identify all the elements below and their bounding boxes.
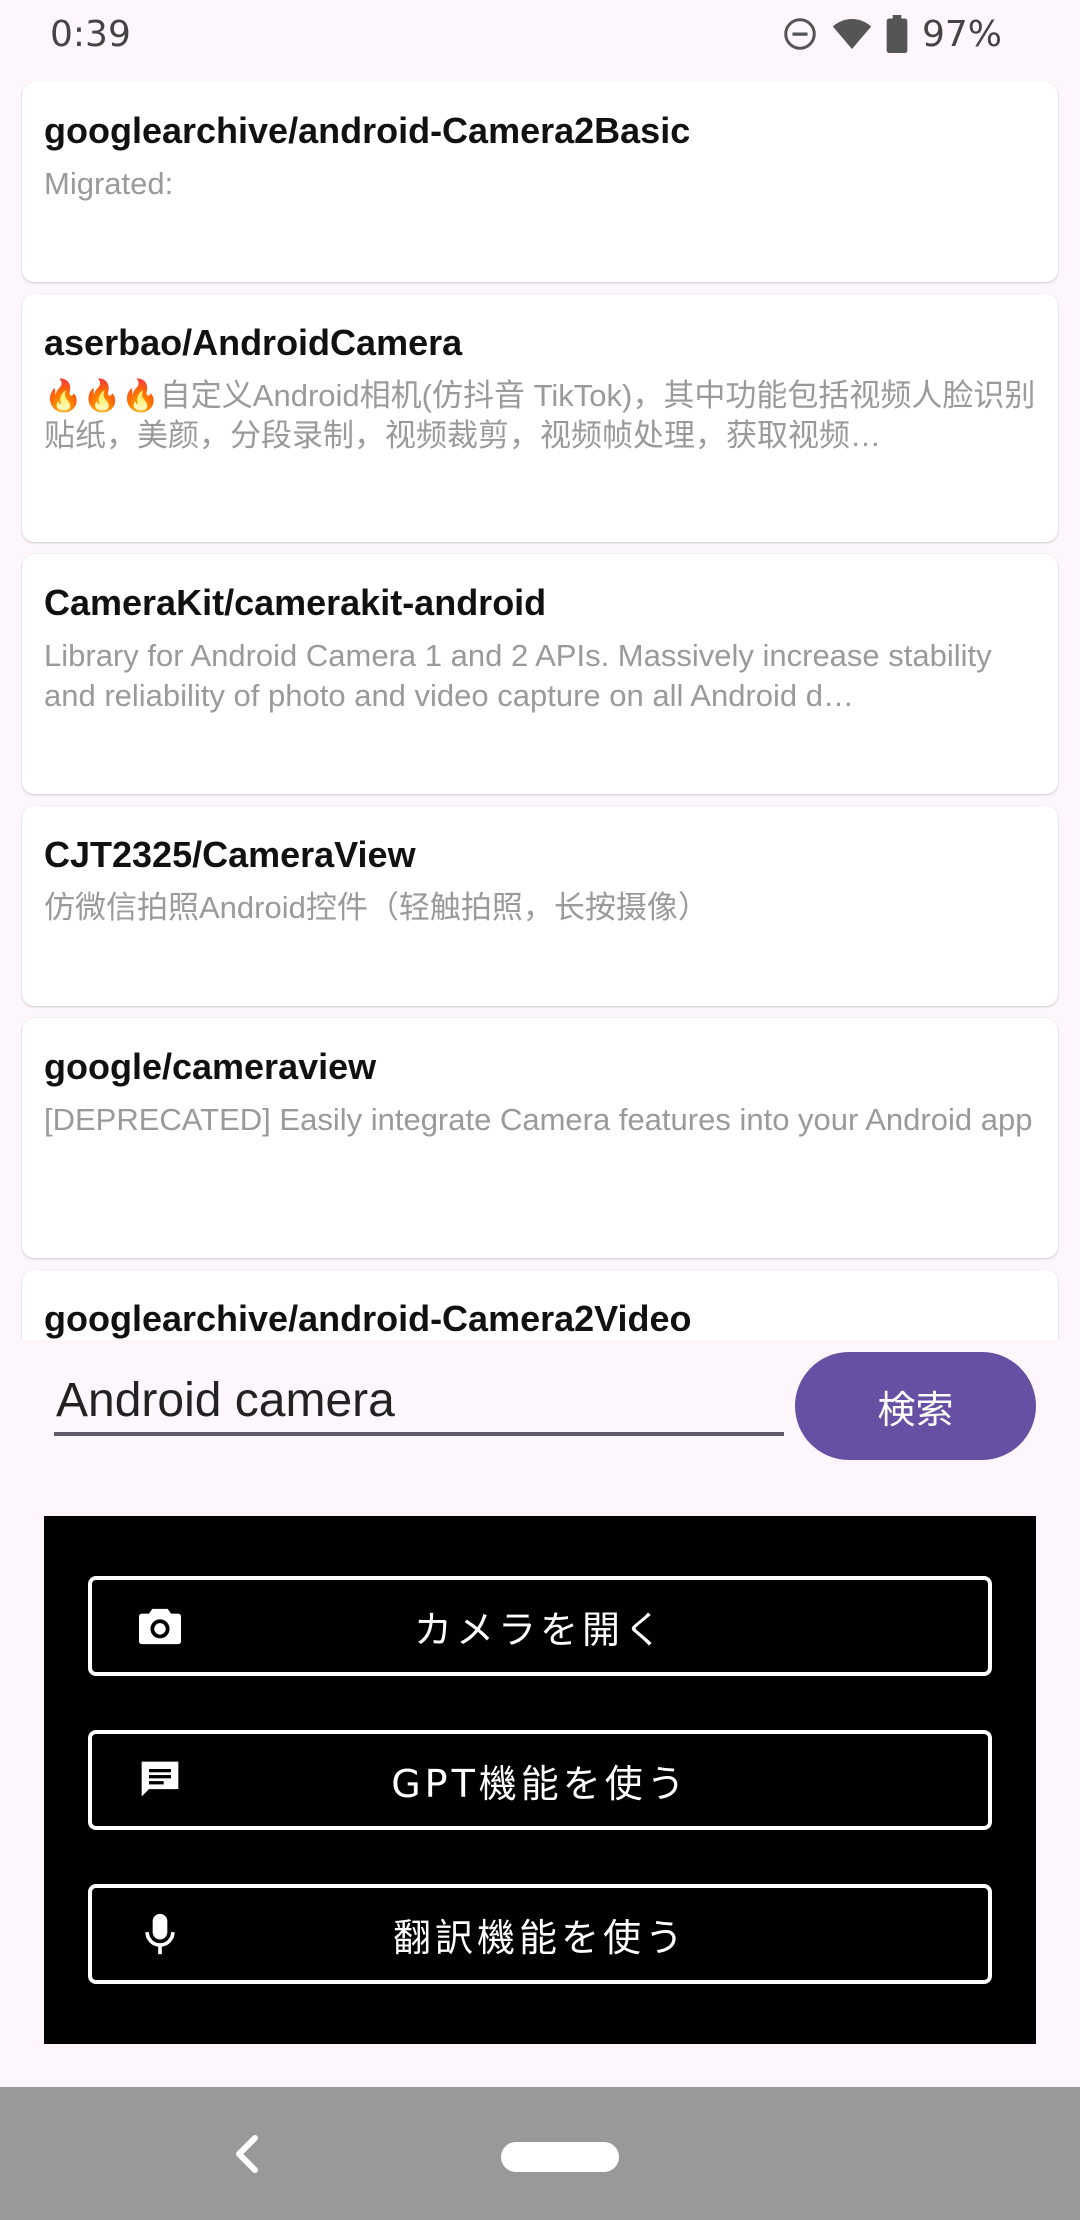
repo-card[interactable]: googlearchive/android-Camera2Video <box>22 1270 1058 1340</box>
back-chevron-icon <box>236 2135 258 2173</box>
repository-list[interactable]: googlearchive/android-Camera2Basic Migra… <box>20 82 1060 1340</box>
repo-description: Library for Android Camera 1 and 2 APIs.… <box>44 638 992 713</box>
open-camera-button[interactable]: カメラを開く <box>88 1576 992 1676</box>
back-button[interactable] <box>222 2127 272 2181</box>
wifi-icon <box>832 16 872 52</box>
status-bar: 0:39 97% <box>0 0 1080 68</box>
repo-title: google/cameraview <box>44 1046 377 1087</box>
repo-card[interactable]: aserbao/AndroidCamera 🔥🔥🔥自定义Android相机(仿抖… <box>22 294 1058 542</box>
repo-title: CJT2325/CameraView <box>44 834 416 875</box>
repo-title: CameraKit/camerakit-android <box>44 582 547 623</box>
battery-icon <box>886 15 908 53</box>
status-icons: 97% <box>782 14 1002 55</box>
repo-title: googlearchive/android-Camera2Video <box>44 1298 692 1339</box>
chat-icon <box>136 1756 184 1804</box>
repo-description: 🔥🔥🔥自定义Android相机(仿抖音 TikTok)，其中功能包括视频人脸识别… <box>44 378 1036 453</box>
do-not-disturb-icon <box>782 16 818 52</box>
home-button[interactable] <box>501 2142 619 2172</box>
open-camera-label: カメラを開く <box>413 1607 666 1652</box>
translate-label: 翻訳機能を使う <box>392 1915 687 1960</box>
battery-percentage: 97% <box>921 13 1002 55</box>
search-button[interactable]: 検索 <box>795 1352 1036 1460</box>
gpt-label: GPT機能を使う <box>391 1761 689 1806</box>
repo-card[interactable]: googlearchive/android-Camera2Basic Migra… <box>22 82 1058 282</box>
repo-title: aserbao/AndroidCamera <box>44 322 463 363</box>
repo-card[interactable]: CameraKit/camerakit-android Library for … <box>22 554 1058 794</box>
repo-card[interactable]: CJT2325/CameraView 仿微信拍照Android控件（轻触拍照，长… <box>22 806 1058 1006</box>
search-input[interactable] <box>54 1368 784 1436</box>
repo-description: Migrated: <box>44 166 174 201</box>
navigation-bar <box>0 2087 1080 2220</box>
action-panel: カメラを開く GPT機能を使う 翻訳機能を使う <box>44 1516 1036 2044</box>
status-time: 0:39 <box>50 13 131 55</box>
camera-icon <box>136 1602 184 1650</box>
repo-card[interactable]: google/cameraview [DEPRECATED] Easily in… <box>22 1018 1058 1258</box>
search-bar: 検索 <box>0 1340 1080 1470</box>
repo-description: [DEPRECATED] Easily integrate Camera fea… <box>44 1102 1033 1137</box>
microphone-icon <box>136 1910 184 1958</box>
translate-button[interactable]: 翻訳機能を使う <box>88 1884 992 1984</box>
repo-description: 仿微信拍照Android控件（轻触拍照，长按摄像） <box>44 890 709 925</box>
gpt-button[interactable]: GPT機能を使う <box>88 1730 992 1830</box>
repo-title: googlearchive/android-Camera2Basic <box>44 110 691 151</box>
